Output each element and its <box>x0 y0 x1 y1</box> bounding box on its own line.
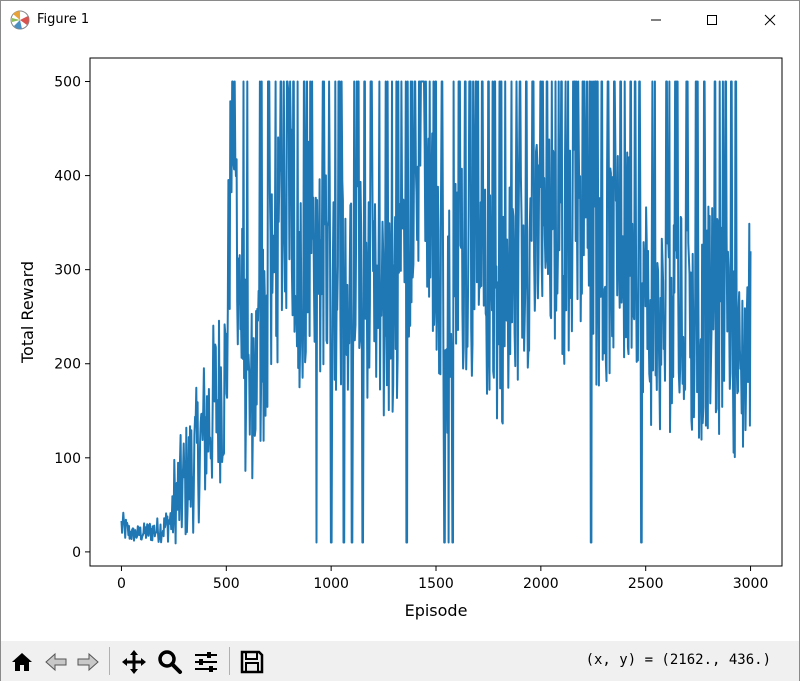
configure-subplots-button[interactable] <box>191 647 221 677</box>
reward-series-line <box>120 80 752 545</box>
toolbar-separator <box>109 647 110 675</box>
sliders-icon <box>195 652 217 672</box>
home-button[interactable] <box>7 647 37 677</box>
y-tick-label: 300 <box>54 263 81 279</box>
zoom-button[interactable] <box>155 647 185 677</box>
x-tick-label: 2500 <box>628 576 664 592</box>
y-ticks: 0 100 200 300 400 500 <box>54 75 90 561</box>
x-axis-label: Episode <box>405 601 468 620</box>
floppy-disk-icon <box>240 650 264 674</box>
arrow-left-icon <box>45 652 67 672</box>
y-tick-label: 100 <box>54 451 81 467</box>
y-tick-label: 400 <box>54 169 81 185</box>
y-axis-label: Total Reward <box>18 261 37 364</box>
x-tick-label: 500 <box>213 576 240 592</box>
cursor-coordinates: (x, y) = (2162., 436.) <box>585 652 771 668</box>
home-icon <box>12 653 32 671</box>
arrow-right-icon <box>77 652 99 672</box>
magnifier-icon <box>158 650 182 674</box>
matplotlib-logo-icon <box>10 10 30 30</box>
figure-window: Figure 1 0 500 1000 1500 2000 2500 3000 0 100 20… <box>0 0 800 681</box>
maximize-icon <box>707 15 717 25</box>
close-icon <box>764 14 776 26</box>
minimize-icon <box>651 19 661 21</box>
back-button[interactable] <box>41 647 71 677</box>
save-button[interactable] <box>237 647 267 677</box>
line-chart: 0 500 1000 1500 2000 2500 3000 0 100 200 300 400 50… <box>18 57 783 620</box>
plot-layer <box>120 80 752 545</box>
toolbar-separator <box>229 647 230 675</box>
close-button[interactable] <box>747 1 793 39</box>
forward-button[interactable] <box>73 647 103 677</box>
y-tick-label: 200 <box>54 357 81 373</box>
navigation-toolbar: (x, y) = (2162., 436.) <box>1 641 799 681</box>
title-bar[interactable]: Figure 1 <box>1 1 799 39</box>
x-tick-label: 0 <box>117 576 126 592</box>
y-tick-label: 500 <box>54 75 81 91</box>
minimize-button[interactable] <box>633 1 679 39</box>
x-tick-label: 1500 <box>418 576 454 592</box>
maximize-button[interactable] <box>689 1 735 39</box>
figure-canvas[interactable]: 0 500 1000 1500 2000 2500 3000 0 100 200 300 400 50… <box>1 39 799 641</box>
x-ticks: 0 500 1000 1500 2000 2500 3000 <box>117 566 768 592</box>
window-title: Figure 1 <box>37 12 90 27</box>
x-tick-label: 3000 <box>733 576 769 592</box>
x-tick-label: 1000 <box>313 576 349 592</box>
move-icon <box>122 650 146 674</box>
pan-button[interactable] <box>119 647 149 677</box>
y-tick-label: 0 <box>72 545 81 561</box>
x-tick-label: 2000 <box>523 576 559 592</box>
